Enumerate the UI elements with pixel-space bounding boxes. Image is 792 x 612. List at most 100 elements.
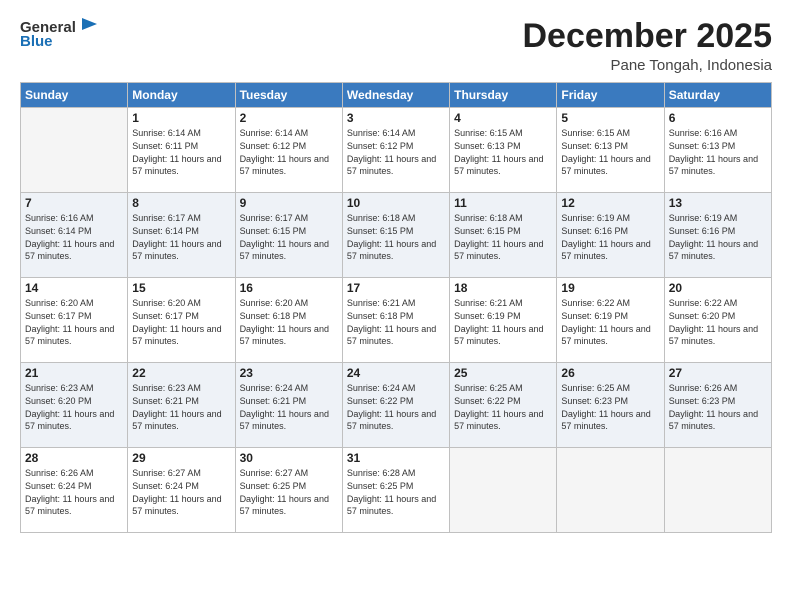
logo-blue: Blue bbox=[20, 33, 53, 50]
calendar-day-cell: 11 Sunrise: 6:18 AM Sunset: 6:15 PM Dayli… bbox=[450, 193, 557, 278]
day-number: 20 bbox=[669, 281, 767, 295]
day-info: Sunrise: 6:25 AM Sunset: 6:22 PM Dayligh… bbox=[454, 382, 552, 432]
location-subtitle: Pane Tongah, Indonesia bbox=[522, 57, 772, 74]
day-number: 31 bbox=[347, 451, 445, 465]
calendar-day-cell: 5 Sunrise: 6:15 AM Sunset: 6:13 PM Daylig… bbox=[557, 108, 664, 193]
day-number: 28 bbox=[25, 451, 123, 465]
day-info: Sunrise: 6:21 AM Sunset: 6:18 PM Dayligh… bbox=[347, 297, 445, 347]
calendar-day-cell: 16 Sunrise: 6:20 AM Sunset: 6:18 PM Dayli… bbox=[235, 278, 342, 363]
calendar-day-cell: 30 Sunrise: 6:27 AM Sunset: 6:25 PM Dayli… bbox=[235, 448, 342, 533]
day-info: Sunrise: 6:27 AM Sunset: 6:25 PM Dayligh… bbox=[240, 467, 338, 517]
day-info: Sunrise: 6:16 AM Sunset: 6:14 PM Dayligh… bbox=[25, 212, 123, 262]
day-info: Sunrise: 6:24 AM Sunset: 6:21 PM Dayligh… bbox=[240, 382, 338, 432]
day-info: Sunrise: 6:18 AM Sunset: 6:15 PM Dayligh… bbox=[347, 212, 445, 262]
day-info: Sunrise: 6:27 AM Sunset: 6:24 PM Dayligh… bbox=[132, 467, 230, 517]
day-info: Sunrise: 6:15 AM Sunset: 6:13 PM Dayligh… bbox=[561, 127, 659, 177]
calendar-day-cell: 18 Sunrise: 6:21 AM Sunset: 6:19 PM Dayli… bbox=[450, 278, 557, 363]
day-number: 19 bbox=[561, 281, 659, 295]
day-number: 7 bbox=[25, 196, 123, 210]
calendar-day-cell bbox=[557, 448, 664, 533]
calendar-day-cell: 21 Sunrise: 6:23 AM Sunset: 6:20 PM Dayli… bbox=[21, 363, 128, 448]
title-area: December 2025 Pane Tongah, Indonesia bbox=[522, 18, 772, 74]
day-number: 22 bbox=[132, 366, 230, 380]
calendar-day-cell: 15 Sunrise: 6:20 AM Sunset: 6:17 PM Dayli… bbox=[128, 278, 235, 363]
day-info: Sunrise: 6:23 AM Sunset: 6:20 PM Dayligh… bbox=[25, 382, 123, 432]
day-info: Sunrise: 6:18 AM Sunset: 6:15 PM Dayligh… bbox=[454, 212, 552, 262]
day-number: 14 bbox=[25, 281, 123, 295]
day-info: Sunrise: 6:15 AM Sunset: 6:13 PM Dayligh… bbox=[454, 127, 552, 177]
day-number: 15 bbox=[132, 281, 230, 295]
day-number: 2 bbox=[240, 111, 338, 125]
header-sunday: Sunday bbox=[21, 83, 128, 108]
day-info: Sunrise: 6:20 AM Sunset: 6:17 PM Dayligh… bbox=[132, 297, 230, 347]
header-area: General Blue December 2025 Pane Tongah, … bbox=[20, 18, 772, 74]
day-info: Sunrise: 6:22 AM Sunset: 6:19 PM Dayligh… bbox=[561, 297, 659, 347]
day-info: Sunrise: 6:17 AM Sunset: 6:15 PM Dayligh… bbox=[240, 212, 338, 262]
page: General Blue December 2025 Pane Tongah, … bbox=[0, 0, 792, 612]
day-number: 25 bbox=[454, 366, 552, 380]
calendar-day-cell: 1Sunrise: 6:14 AM Sunset: 6:11 PM Daylig… bbox=[128, 108, 235, 193]
day-info: Sunrise: 6:22 AM Sunset: 6:20 PM Dayligh… bbox=[669, 297, 767, 347]
calendar-day-cell: 10Sunrise: 6:18 AM Sunset: 6:15 PM Dayli… bbox=[342, 193, 449, 278]
calendar-day-cell: 27 Sunrise: 6:26 AM Sunset: 6:23 PM Dayli… bbox=[664, 363, 771, 448]
header-friday: Friday bbox=[557, 83, 664, 108]
calendar-day-cell bbox=[664, 448, 771, 533]
calendar-week-row: 7 Sunrise: 6:16 AM Sunset: 6:14 PM Daylig… bbox=[21, 193, 772, 278]
day-info: Sunrise: 6:26 AM Sunset: 6:24 PM Dayligh… bbox=[25, 467, 123, 517]
day-number: 18 bbox=[454, 281, 552, 295]
day-info: Sunrise: 6:26 AM Sunset: 6:23 PM Dayligh… bbox=[669, 382, 767, 432]
day-info: Sunrise: 6:25 AM Sunset: 6:23 PM Dayligh… bbox=[561, 382, 659, 432]
calendar-day-cell: 4 Sunrise: 6:15 AM Sunset: 6:13 PM Daylig… bbox=[450, 108, 557, 193]
calendar-day-cell bbox=[450, 448, 557, 533]
calendar-day-cell: 8 Sunrise: 6:17 AM Sunset: 6:14 PM Daylig… bbox=[128, 193, 235, 278]
logo-flag-icon bbox=[79, 16, 101, 36]
day-info: Sunrise: 6:14 AM Sunset: 6:12 PM Dayligh… bbox=[347, 127, 445, 177]
day-number: 16 bbox=[240, 281, 338, 295]
day-info: Sunrise: 6:21 AM Sunset: 6:19 PM Dayligh… bbox=[454, 297, 552, 347]
calendar-day-cell: 9 Sunrise: 6:17 AM Sunset: 6:15 PM Daylig… bbox=[235, 193, 342, 278]
day-number: 5 bbox=[561, 111, 659, 125]
calendar-day-cell: 20 Sunrise: 6:22 AM Sunset: 6:20 PM Dayli… bbox=[664, 278, 771, 363]
day-number: 13 bbox=[669, 196, 767, 210]
calendar-week-row: 28 Sunrise: 6:26 AM Sunset: 6:24 PM Dayli… bbox=[21, 448, 772, 533]
calendar-table: Sunday Monday Tuesday Wednesday Thursday… bbox=[20, 82, 772, 533]
day-info: Sunrise: 6:24 AM Sunset: 6:22 PM Dayligh… bbox=[347, 382, 445, 432]
day-number: 6 bbox=[669, 111, 767, 125]
day-info: Sunrise: 6:16 AM Sunset: 6:13 PM Dayligh… bbox=[669, 127, 767, 177]
day-info: Sunrise: 6:14 AM Sunset: 6:12 PM Dayligh… bbox=[240, 127, 338, 177]
calendar-week-row: 14 Sunrise: 6:20 AM Sunset: 6:17 PM Dayli… bbox=[21, 278, 772, 363]
calendar-day-cell: 28 Sunrise: 6:26 AM Sunset: 6:24 PM Dayli… bbox=[21, 448, 128, 533]
day-number: 29 bbox=[132, 451, 230, 465]
day-number: 4 bbox=[454, 111, 552, 125]
calendar-day-cell: 23 Sunrise: 6:24 AM Sunset: 6:21 PM Dayli… bbox=[235, 363, 342, 448]
header-monday: Monday bbox=[128, 83, 235, 108]
calendar-day-cell: 19 Sunrise: 6:22 AM Sunset: 6:19 PM Dayli… bbox=[557, 278, 664, 363]
day-number: 9 bbox=[240, 196, 338, 210]
day-info: Sunrise: 6:23 AM Sunset: 6:21 PM Dayligh… bbox=[132, 382, 230, 432]
day-info: Sunrise: 6:19 AM Sunset: 6:16 PM Dayligh… bbox=[561, 212, 659, 262]
day-number: 23 bbox=[240, 366, 338, 380]
calendar-day-cell: 14 Sunrise: 6:20 AM Sunset: 6:17 PM Dayli… bbox=[21, 278, 128, 363]
calendar-week-row: 21 Sunrise: 6:23 AM Sunset: 6:20 PM Dayli… bbox=[21, 363, 772, 448]
calendar-day-cell: 3Sunrise: 6:14 AM Sunset: 6:12 PM Daylig… bbox=[342, 108, 449, 193]
day-info: Sunrise: 6:20 AM Sunset: 6:18 PM Dayligh… bbox=[240, 297, 338, 347]
day-number: 8 bbox=[132, 196, 230, 210]
day-info: Sunrise: 6:17 AM Sunset: 6:14 PM Dayligh… bbox=[132, 212, 230, 262]
month-title: December 2025 bbox=[522, 18, 772, 55]
calendar-day-cell: 25 Sunrise: 6:25 AM Sunset: 6:22 PM Dayli… bbox=[450, 363, 557, 448]
day-info: Sunrise: 6:20 AM Sunset: 6:17 PM Dayligh… bbox=[25, 297, 123, 347]
day-number: 30 bbox=[240, 451, 338, 465]
calendar-day-cell: 7 Sunrise: 6:16 AM Sunset: 6:14 PM Daylig… bbox=[21, 193, 128, 278]
calendar-day-cell: 31Sunrise: 6:28 AM Sunset: 6:25 PM Dayli… bbox=[342, 448, 449, 533]
calendar-day-cell: 13 Sunrise: 6:19 AM Sunset: 6:16 PM Dayli… bbox=[664, 193, 771, 278]
calendar-header-row: Sunday Monday Tuesday Wednesday Thursday… bbox=[21, 83, 772, 108]
day-number: 21 bbox=[25, 366, 123, 380]
calendar-day-cell: 22 Sunrise: 6:23 AM Sunset: 6:21 PM Dayli… bbox=[128, 363, 235, 448]
day-number: 11 bbox=[454, 196, 552, 210]
day-info: Sunrise: 6:19 AM Sunset: 6:16 PM Dayligh… bbox=[669, 212, 767, 262]
day-number: 26 bbox=[561, 366, 659, 380]
day-number: 27 bbox=[669, 366, 767, 380]
calendar-week-row: 1Sunrise: 6:14 AM Sunset: 6:11 PM Daylig… bbox=[21, 108, 772, 193]
calendar-day-cell: 2 Sunrise: 6:14 AM Sunset: 6:12 PM Daylig… bbox=[235, 108, 342, 193]
calendar-day-cell: 26 Sunrise: 6:25 AM Sunset: 6:23 PM Dayli… bbox=[557, 363, 664, 448]
